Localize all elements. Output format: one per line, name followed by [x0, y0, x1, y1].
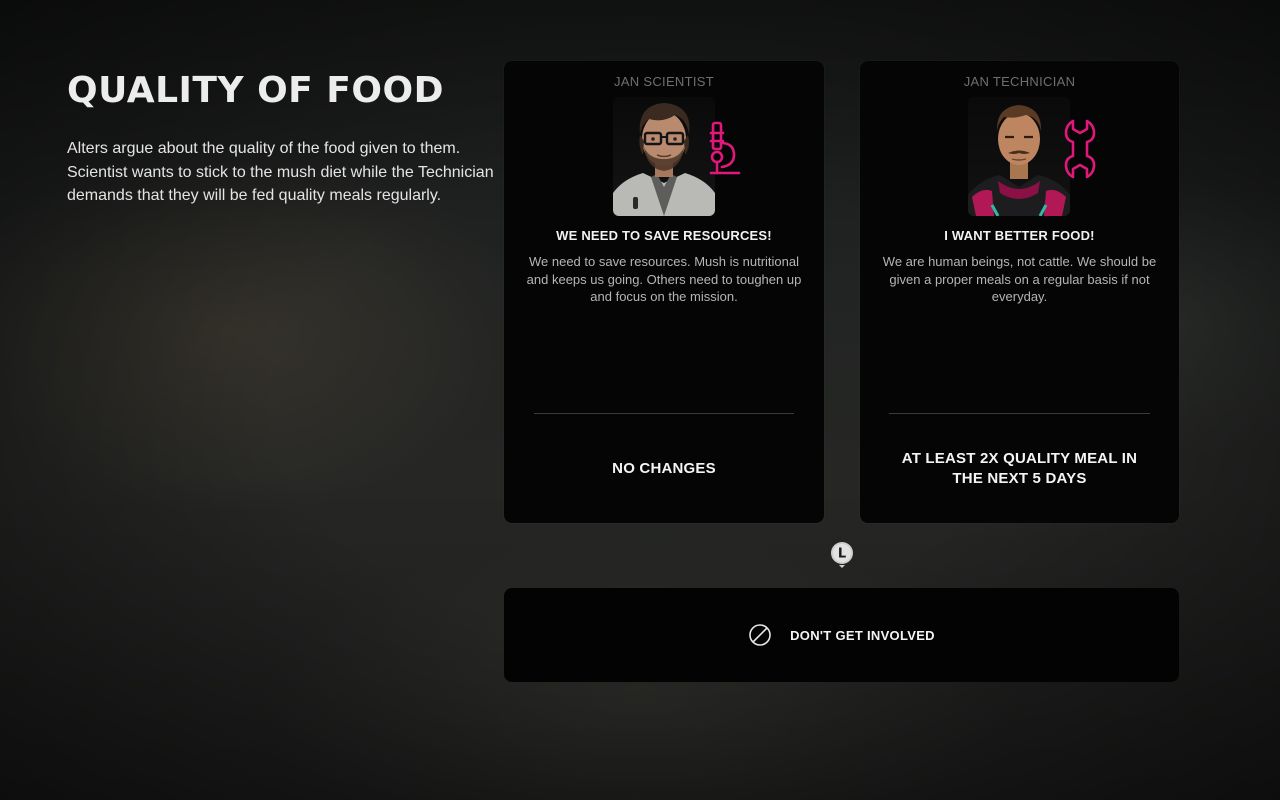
choice-description: We need to save resources. Mush is nutri…: [526, 254, 802, 304]
controller-left-stick-icon: L: [829, 540, 855, 572]
wrench-icon: [1063, 119, 1097, 179]
choice-heading: WE NEED TO SAVE RESOURCES!: [556, 228, 772, 243]
choice-description: We are human beings, not cattle. We shou…: [882, 254, 1157, 304]
event-title: QUALITY OF FOOD: [67, 70, 444, 111]
choice-outcome: NO CHANGES: [612, 459, 716, 477]
choice-outcome: AT LEAST 2X QUALITY MEAL IN THE NEXT 5 D…: [901, 449, 1138, 487]
hint-key-letter: L: [838, 547, 846, 562]
character-name: JAN TECHNICIAN: [963, 74, 1076, 89]
scientist-portrait: [613, 97, 715, 216]
choice-card-technician[interactable]: JAN TECHNICIAN I WANT BETTER FOOD! We ar…: [860, 61, 1179, 523]
choice-heading: I WANT BETTER FOOD!: [944, 228, 1095, 243]
choice-card-scientist[interactable]: JAN SCIENTIST WE NEED TO SAVE RESOURCES!…: [504, 61, 824, 523]
dont-get-involved-button[interactable]: DON'T GET INVOLVED: [504, 588, 1179, 682]
technician-portrait: [968, 97, 1070, 216]
ban-icon: [748, 623, 772, 647]
dont-get-involved-label: DON'T GET INVOLVED: [790, 627, 935, 643]
character-name: JAN SCIENTIST: [614, 74, 714, 89]
event-description: Alters argue about the quality of the fo…: [67, 140, 494, 204]
event-info-panel: QUALITY OF FOOD Alters argue about the q…: [67, 70, 537, 208]
microscope-icon: [708, 119, 742, 179]
